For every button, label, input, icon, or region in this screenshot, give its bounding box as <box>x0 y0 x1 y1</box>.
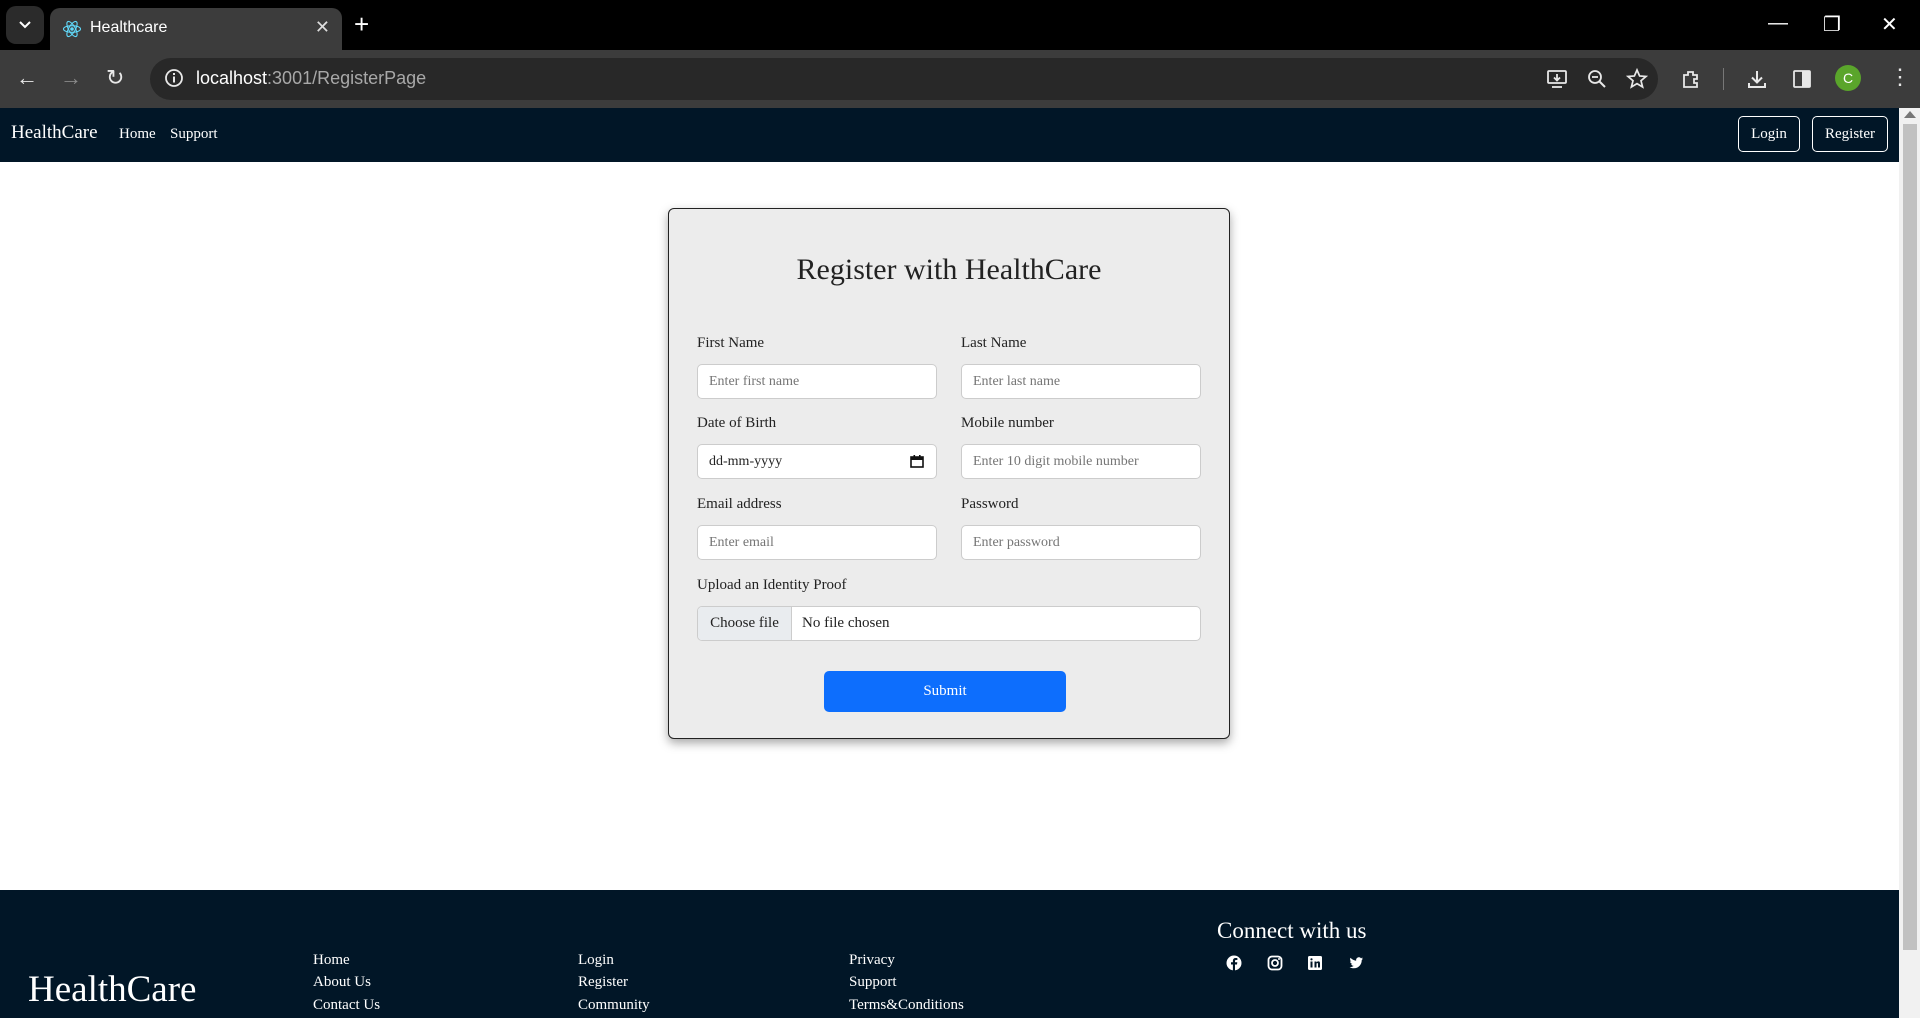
browser-toolbar: ← → ↻ localhost:3001/RegisterPage C ⋮ <box>0 50 1920 108</box>
tab-title: Healthcare <box>90 19 168 36</box>
password-input[interactable]: Enter password <box>961 525 1201 560</box>
register-button[interactable]: Register <box>1812 116 1888 152</box>
first-name-label: First Name <box>697 335 765 351</box>
browser-tabstrip: Healthcare ✕ + — ❐ ✕ <box>0 0 1920 50</box>
last-name-input[interactable]: Enter last name <box>961 364 1201 399</box>
facebook-icon[interactable] <box>1226 955 1242 971</box>
footer-link-support[interactable]: Support <box>849 974 897 991</box>
connect-heading: Connect with us <box>1217 918 1367 943</box>
submit-button[interactable]: Submit <box>824 671 1066 712</box>
extensions-icon[interactable] <box>1680 68 1702 90</box>
footer-link-terms[interactable]: Terms&Conditions <box>849 997 964 1014</box>
dob-input[interactable]: dd-mm-yyyy <box>697 444 937 479</box>
instagram-icon[interactable] <box>1267 955 1283 971</box>
url-text[interactable]: localhost:3001/RegisterPage <box>196 68 426 89</box>
chevron-down-icon <box>19 21 31 29</box>
footer-link-community[interactable]: Community <box>578 997 650 1014</box>
footer-link-privacy[interactable]: Privacy <box>849 952 895 969</box>
info-icon[interactable] <box>164 68 184 88</box>
profile-avatar[interactable]: C <box>1835 65 1861 91</box>
form-title: Register with HealthCare <box>796 253 1102 286</box>
scrollbar-thumb[interactable] <box>1903 124 1917 950</box>
install-app-icon[interactable] <box>1546 68 1568 90</box>
page-footer: HealthCare Home About Us Contact Us Logi… <box>0 890 1899 1018</box>
toolbar-divider <box>1723 68 1724 90</box>
nav-support-link[interactable]: Support <box>170 126 218 143</box>
restore-button[interactable]: ❐ <box>1823 12 1841 37</box>
scroll-up-arrow[interactable] <box>1904 111 1916 118</box>
download-icon[interactable] <box>1746 68 1768 90</box>
url-path: :3001/RegisterPage <box>267 68 427 88</box>
back-button[interactable]: ← <box>16 66 38 90</box>
address-bar[interactable]: localhost:3001/RegisterPage <box>150 58 1658 100</box>
tab-close-icon[interactable]: ✕ <box>315 17 330 38</box>
zoom-icon[interactable] <box>1586 68 1608 90</box>
password-label: Password <box>961 496 1019 512</box>
footer-link-contact[interactable]: Contact Us <box>313 997 380 1014</box>
tab-search-button[interactable] <box>6 6 44 44</box>
file-upload-input[interactable]: Choose file No file chosen <box>697 606 1201 641</box>
footer-link-home[interactable]: Home <box>313 952 350 969</box>
file-status: No file chosen <box>802 615 890 631</box>
reload-button[interactable]: ↻ <box>106 66 124 90</box>
upload-label: Upload an Identity Proof <box>697 577 847 593</box>
calendar-icon[interactable] <box>910 455 924 468</box>
forward-button[interactable]: → <box>60 66 82 90</box>
bookmark-star-icon[interactable] <box>1626 68 1648 90</box>
email-input[interactable]: Enter email <box>697 525 937 560</box>
minimize-button[interactable]: — <box>1768 12 1788 35</box>
new-tab-button[interactable]: + <box>354 10 369 38</box>
url-host: localhost <box>196 68 268 88</box>
side-panel-icon[interactable] <box>1791 68 1813 90</box>
mobile-input[interactable]: Enter 10 digit mobile number <box>961 444 1201 479</box>
more-menu-icon[interactable]: ⋮ <box>1889 64 1911 90</box>
linkedin-icon[interactable] <box>1307 955 1323 971</box>
choose-file-button[interactable]: Choose file <box>698 607 792 640</box>
footer-link-register[interactable]: Register <box>578 974 628 991</box>
react-logo-icon <box>62 20 82 38</box>
register-card: Register with HealthCare First Name Ente… <box>668 208 1230 739</box>
browser-tab[interactable]: Healthcare ✕ <box>50 8 342 50</box>
nav-home-link[interactable]: Home <box>119 126 156 143</box>
app-navbar: HealthCare Home Support Login Register <box>0 108 1899 162</box>
email-label: Email address <box>697 496 782 512</box>
footer-brand: HealthCare <box>28 969 197 1010</box>
navbar-brand[interactable]: HealthCare <box>11 122 98 144</box>
footer-link-about[interactable]: About Us <box>313 974 371 991</box>
dob-value: dd-mm-yyyy <box>709 454 783 469</box>
last-name-label: Last Name <box>961 335 1027 351</box>
mobile-label: Mobile number <box>961 415 1054 431</box>
first-name-input[interactable]: Enter first name <box>697 364 937 399</box>
twitter-icon[interactable] <box>1348 955 1364 971</box>
dob-label: Date of Birth <box>697 415 777 431</box>
footer-link-login[interactable]: Login <box>578 952 614 969</box>
window-close-button[interactable]: ✕ <box>1881 12 1898 37</box>
login-button[interactable]: Login <box>1738 116 1800 152</box>
